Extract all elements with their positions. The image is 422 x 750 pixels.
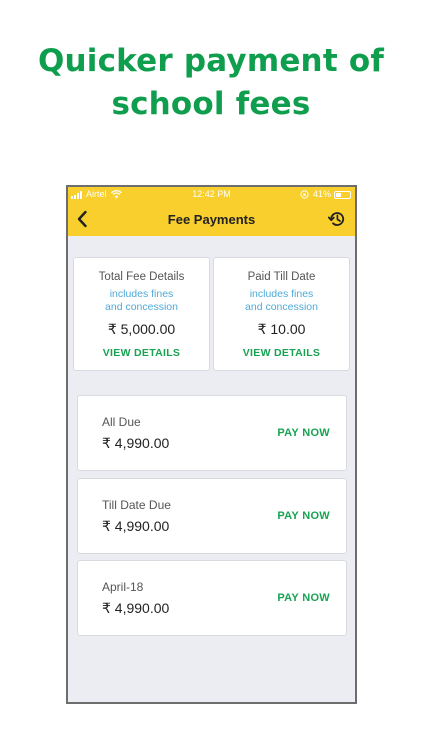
payment-history-button[interactable] <box>327 209 347 229</box>
paid-amount: ₹ 10.00 <box>257 321 306 337</box>
card-note-line: includes fines <box>249 288 314 300</box>
due-label: All Due <box>102 415 141 429</box>
card-note-line: and concession <box>245 301 318 313</box>
promo-headline: Quicker payment of school fees <box>0 40 422 126</box>
due-label: April-18 <box>102 580 144 594</box>
due-label: Till Date Due <box>102 498 171 512</box>
chevron-left-icon <box>77 210 87 228</box>
card-title: Paid Till Date <box>247 271 316 283</box>
till-date-due-card: Till Date Due ₹ 4,990.00 PAY NOW <box>77 478 347 554</box>
battery-percent: 41% <box>312 189 331 199</box>
status-bar-right: 41% <box>300 187 351 202</box>
fee-summary: Total Fee Details includes fines and con… <box>73 257 350 371</box>
card-note: includes fines and concession <box>74 288 209 314</box>
due-amount: ₹ 4,990.00 <box>102 435 170 451</box>
card-note: includes fines and concession <box>214 288 349 314</box>
due-amount: ₹ 4,990.00 <box>102 518 170 534</box>
promo-headline-line-1: Quicker payment of <box>37 43 385 79</box>
pay-now-button[interactable]: PAY NOW <box>277 510 330 522</box>
history-icon <box>328 212 345 226</box>
back-button[interactable] <box>72 209 92 229</box>
due-amount: ₹ 4,990.00 <box>102 600 170 616</box>
battery-icon <box>334 190 351 199</box>
pay-now-button[interactable]: PAY NOW <box>277 592 330 604</box>
phone-screen: Airtel 12:42 PM 41% Fee Payments Total F… <box>66 185 357 704</box>
april-due-card: April-18 ₹ 4,990.00 PAY NOW <box>77 560 347 636</box>
pay-now-button[interactable]: PAY NOW <box>277 427 330 439</box>
card-title: Total Fee Details <box>98 271 185 283</box>
promo-headline-line-2: school fees <box>111 86 311 122</box>
status-bar: Airtel 12:42 PM 41% <box>68 187 355 202</box>
view-details-link[interactable]: VIEW DETAILS <box>214 347 349 359</box>
card-note-line: includes fines <box>109 288 174 300</box>
total-fee-card: Total Fee Details includes fines and con… <box>73 257 210 371</box>
total-fee-amount: ₹ 5,000.00 <box>107 321 176 337</box>
view-details-link[interactable]: VIEW DETAILS <box>74 347 209 359</box>
page-title: Fee Payments <box>167 211 256 227</box>
all-due-card: All Due ₹ 4,990.00 PAY NOW <box>77 395 347 471</box>
card-note-line: and concession <box>105 301 178 313</box>
orientation-lock-icon <box>300 190 309 199</box>
paid-till-date-card: Paid Till Date includes fines and conces… <box>213 257 350 371</box>
nav-bar: Fee Payments <box>68 202 355 236</box>
